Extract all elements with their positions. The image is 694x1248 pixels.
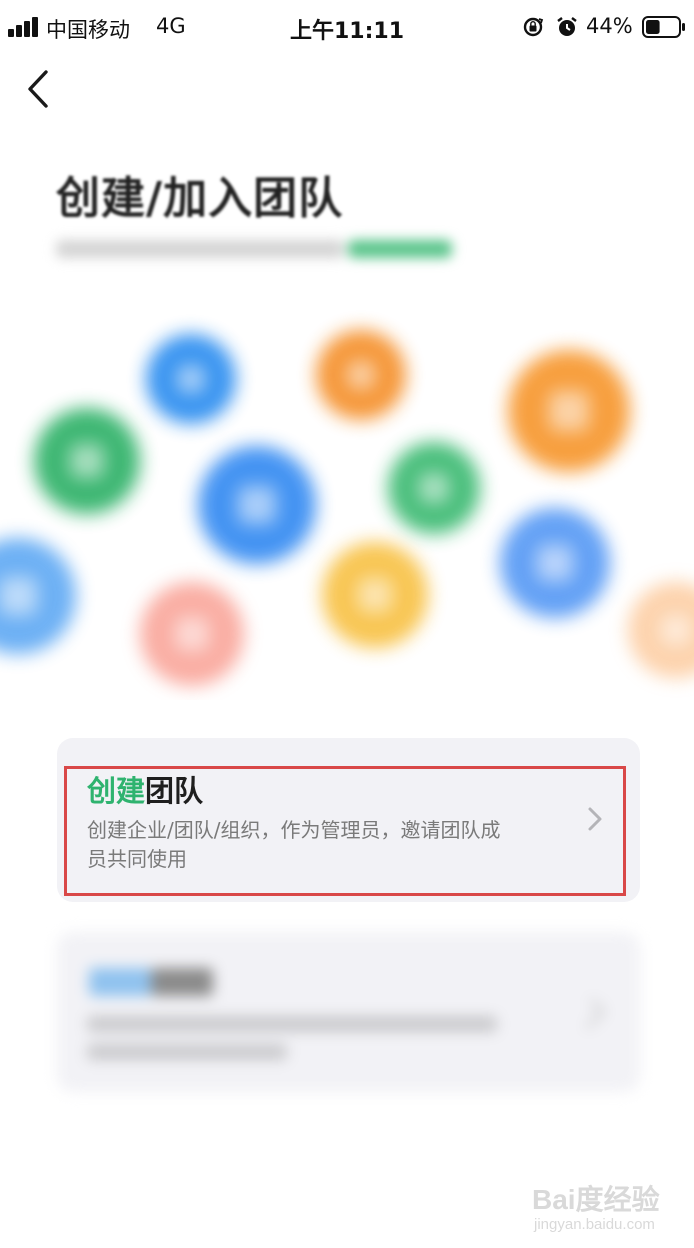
bubble-green-center xyxy=(388,442,480,534)
bubble-blue-small xyxy=(146,334,236,424)
battery-icon xyxy=(642,16,685,38)
join-team-description-blurred-2 xyxy=(87,1044,287,1060)
join-team-title-blurred-2 xyxy=(151,968,213,996)
bubble-blue-edge xyxy=(0,538,76,654)
battery-percent: 44% xyxy=(586,14,633,38)
bubble-coral xyxy=(140,582,244,686)
rotation-lock-icon xyxy=(523,17,544,37)
join-team-card[interactable] xyxy=(57,932,640,1092)
bubble-orange-user xyxy=(316,330,406,420)
status-bar: 中国移动 4G 上午11:11 44% xyxy=(0,0,694,56)
bubble-peach xyxy=(628,582,694,678)
bubble-green-left xyxy=(34,408,140,514)
create-team-title-rest: 团队 xyxy=(145,774,204,808)
baidu-jingyan-watermark: Bai度经验 jingyan.baidu.com xyxy=(532,1178,682,1242)
create-team-title-accent: 创建 xyxy=(87,774,146,808)
back-button[interactable] xyxy=(18,62,66,116)
chevron-right-icon xyxy=(588,807,602,831)
watermark-url: jingyan.baidu.com xyxy=(534,1216,655,1233)
watermark-brand: Bai度经验 xyxy=(532,1184,660,1215)
bubble-blue-right xyxy=(500,508,610,618)
bubble-yellow xyxy=(322,542,428,648)
create-team-title: 创建团队 xyxy=(87,768,203,810)
chevron-right-icon xyxy=(575,999,605,1029)
create-team-card[interactable]: 创建团队 创建企业/团队/组织，作为管理员，邀请团队成员共同使用 xyxy=(57,738,640,902)
chevron-left-icon xyxy=(28,70,48,108)
subtitle-blurred xyxy=(56,236,452,262)
decorative-illustration xyxy=(0,300,694,700)
page-title: 创建/加入团队 xyxy=(56,173,344,224)
join-team-description-blurred xyxy=(87,1016,497,1032)
create-team-description: 创建企业/团队/组织，作为管理员，邀请团队成员共同使用 xyxy=(87,818,501,871)
join-team-title-blurred xyxy=(89,968,151,996)
bubble-orange-large xyxy=(508,350,630,472)
alarm-icon xyxy=(557,17,577,36)
bubble-blue-center xyxy=(198,446,316,564)
